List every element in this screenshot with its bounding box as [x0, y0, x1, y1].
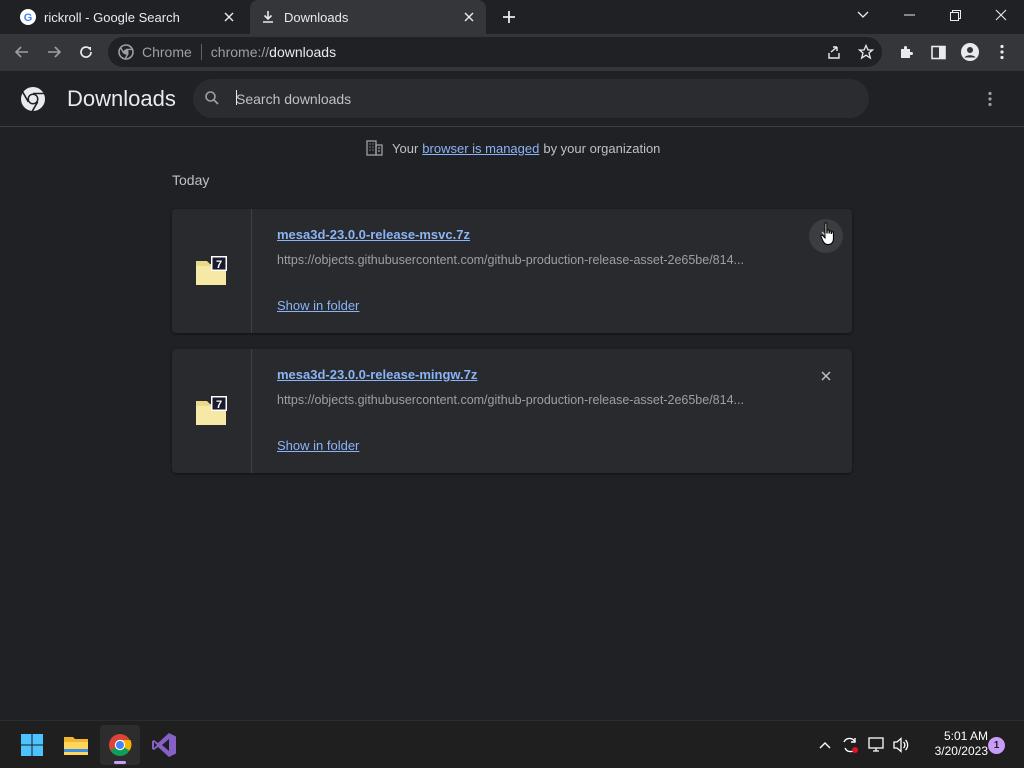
speaker-volume-icon[interactable] — [890, 733, 912, 757]
download-item: 7 mesa3d-23.0.0-release-msvc.7z https://… — [172, 209, 852, 333]
tab-strip: G rickroll - Google Search Downloads — [0, 0, 1024, 34]
file-icon-column: 7 — [172, 209, 252, 333]
network-icon[interactable] — [866, 733, 888, 757]
share-icon[interactable] — [822, 41, 846, 63]
search-downloads-box[interactable] — [193, 79, 869, 118]
chrome-logo-icon — [20, 86, 46, 112]
close-icon[interactable] — [220, 8, 238, 26]
new-tab-plus-icon[interactable] — [498, 6, 520, 28]
tab-title: Downloads — [284, 9, 349, 25]
restore-icon[interactable] — [932, 0, 978, 30]
profile-avatar-icon[interactable] — [956, 38, 984, 66]
chevron-up-icon[interactable] — [814, 733, 836, 757]
chrome-taskbar-icon[interactable] — [100, 725, 140, 765]
downloads-header: Downloads — [0, 71, 1024, 127]
more-vertical-icon[interactable] — [988, 38, 1016, 66]
reload-icon[interactable] — [72, 38, 100, 66]
file-name-link[interactable]: mesa3d-23.0.0-release-msvc.7z — [277, 227, 470, 242]
svg-text:7: 7 — [215, 399, 221, 411]
active-app-indicator — [114, 761, 126, 764]
window-close-icon[interactable] — [978, 0, 1024, 30]
managed-prefix: Your — [392, 140, 419, 156]
address-bar[interactable]: Chrome chrome:// downloads — [108, 37, 882, 67]
sync-alert-icon[interactable] — [839, 733, 861, 757]
bookmark-star-icon[interactable] — [854, 41, 878, 63]
chrome-icon — [118, 44, 134, 60]
windows-taskbar: 5:01 AM 3/20/2023 1 — [0, 720, 1024, 768]
tab-downloads[interactable]: Downloads — [250, 0, 486, 34]
remove-close-icon[interactable] — [809, 359, 843, 393]
hand-pointer-cursor-icon — [820, 222, 838, 246]
show-in-folder-link[interactable]: Show in folder — [277, 438, 359, 453]
search-icon — [204, 90, 220, 106]
managed-notice: Your browser is managed by your organiza… — [366, 140, 660, 156]
file-explorer-folder-icon[interactable] — [56, 725, 96, 765]
google-icon: G — [20, 9, 36, 25]
url-host: downloads — [269, 44, 337, 60]
clock-time: 5:01 AM — [943, 729, 988, 743]
tab-title: rickroll - Google Search — [44, 9, 180, 25]
download-item: 7 mesa3d-23.0.0-release-mingw.7z https:/… — [172, 349, 852, 473]
section-heading-today: Today — [172, 172, 210, 188]
clock-date: 3/20/2023 — [934, 744, 988, 758]
7zip-archive-icon: 7 — [195, 256, 229, 286]
visual-studio-icon[interactable] — [144, 725, 184, 765]
extensions-puzzle-icon[interactable] — [892, 38, 920, 66]
file-source-url[interactable]: https://objects.githubusercontent.com/gi… — [277, 393, 777, 407]
managed-suffix: by your organization — [543, 140, 661, 156]
browser-toolbar: Chrome chrome:// downloads — [0, 34, 1024, 71]
svg-text:7: 7 — [215, 259, 221, 271]
url-scheme: chrome:// — [210, 44, 270, 60]
start-windows-icon[interactable] — [12, 725, 52, 765]
page-title: Downloads — [67, 86, 176, 111]
svg-text:G: G — [24, 12, 33, 24]
notification-badge[interactable]: 1 — [988, 737, 1005, 754]
taskbar-clock[interactable]: 5:01 AM 3/20/2023 — [918, 729, 988, 759]
address-separator — [200, 44, 202, 60]
file-name-link[interactable]: mesa3d-23.0.0-release-mingw.7z — [277, 367, 477, 382]
close-icon[interactable] — [460, 8, 478, 26]
search-input[interactable] — [236, 79, 836, 118]
tab-search-chevron-icon[interactable] — [840, 0, 886, 30]
tab-rickroll[interactable]: G rickroll - Google Search — [8, 0, 246, 34]
forward-arrow-icon[interactable] — [40, 38, 68, 66]
side-panel-icon[interactable] — [924, 38, 952, 66]
back-arrow-icon[interactable] — [8, 38, 36, 66]
building-icon — [366, 140, 383, 156]
browser-managed-link[interactable]: browser is managed — [422, 141, 539, 156]
file-icon-column: 7 — [172, 349, 252, 473]
show-in-folder-link[interactable]: Show in folder — [277, 298, 359, 313]
site-label: Chrome — [142, 44, 192, 60]
text-caret — [236, 90, 237, 105]
download-icon — [260, 9, 276, 25]
minimize-icon[interactable] — [886, 0, 932, 30]
file-source-url[interactable]: https://objects.githubusercontent.com/gi… — [277, 253, 777, 267]
7zip-archive-icon: 7 — [195, 396, 229, 426]
page-more-vertical-icon[interactable] — [978, 87, 1002, 111]
